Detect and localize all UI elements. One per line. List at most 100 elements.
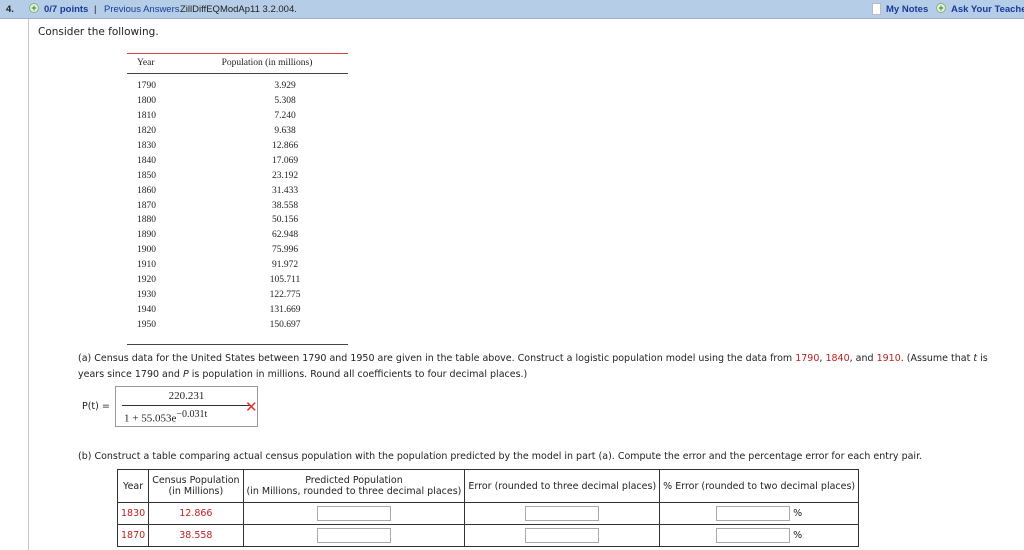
percent-sign: % (793, 530, 803, 541)
header-error: Error (rounded to three decimal places) (464, 469, 661, 503)
year-cell: 1860 (137, 185, 156, 196)
population-cell: 131.669 (269, 305, 301, 316)
text: years since 1790 and (78, 369, 183, 380)
year-cell: 1930 (137, 290, 156, 301)
table-row: 1840 17.069 (127, 156, 348, 171)
header-predicted: Predicted Population (in Millions, rounde… (242, 469, 466, 503)
predicted-input[interactable] (316, 506, 391, 521)
fraction-bar (122, 405, 250, 406)
population-cell: 23.192 (271, 170, 299, 181)
table-row: 1850 23.192 (127, 171, 348, 186)
census-cell: 38.558 (148, 524, 244, 547)
table-row: 1870 38.558 % (116, 524, 860, 547)
year-highlight: 1910 (876, 353, 901, 364)
population-cell: 150.697 (269, 320, 301, 330)
table-row: 1870 38.558 (127, 201, 348, 216)
table-row: 1800 5.308 (127, 96, 348, 111)
year-cell: 1850 (137, 170, 156, 181)
table-row: 1820 9.638 (127, 126, 348, 141)
error-input[interactable] (525, 528, 600, 543)
error-cell (464, 524, 661, 547)
expand-icon[interactable]: + (29, 3, 39, 13)
pct-error-input[interactable] (716, 506, 791, 521)
problem-id: ZillDiffEQModAp11 3.2.004. (180, 4, 297, 15)
pct-error-cell: % (659, 524, 860, 547)
question-number: 4. (6, 4, 14, 15)
year-cell: 1830 (116, 502, 150, 525)
population-cell: 3.929 (274, 81, 296, 91)
table-row: 1830 12.866 (127, 141, 348, 156)
comparison-table: Year Census Population (in Millions) Pred… (116, 469, 860, 547)
year-cell: 1950 (137, 320, 156, 330)
population-cell: 62.948 (271, 230, 299, 241)
table-row: 1830 12.866 % (116, 502, 860, 525)
year-cell: 1800 (137, 95, 156, 106)
table-row: 1860 31.433 (127, 186, 348, 201)
population-cell: 17.069 (271, 155, 299, 166)
table-header: Year Population (in millions) (127, 53, 348, 74)
population-cell: 12.866 (271, 140, 299, 151)
population-table: Year Population (in millions) 1790 3.929 1… (127, 53, 348, 345)
denominator: 1 + 55.053e (124, 412, 177, 425)
year-cell: 1870 (137, 200, 156, 211)
p-label: P(t) = (82, 401, 110, 412)
header-pct-error: % Error (rounded to two decimal places) (659, 469, 860, 503)
year-cell: 1840 (137, 155, 156, 166)
numerator: 220.231 (168, 390, 205, 402)
pct-error-input[interactable] (716, 528, 791, 543)
notes-icon[interactable] (872, 3, 881, 15)
previous-answers-link[interactable]: Previous Answers (104, 4, 180, 15)
table-row: 1880 50.156 (127, 215, 348, 230)
table-row: 1910 91.972 (127, 260, 348, 275)
text: is (977, 353, 988, 364)
population-cell: 5.308 (274, 95, 296, 106)
year-cell: 1790 (137, 81, 156, 91)
table-row: 1940 131.669 (127, 305, 348, 320)
predicted-input[interactable] (316, 528, 391, 543)
table-row: 1900 75.996 (127, 245, 348, 260)
year-cell: 1940 (137, 305, 156, 316)
answer-box[interactable]: 220.231 1 + 55.053e−0.031t (115, 386, 258, 427)
predicted-cell (242, 524, 466, 547)
year-cell: 1820 (137, 125, 156, 136)
population-cell: 31.433 (271, 185, 299, 196)
year-highlight: 1790 (795, 353, 820, 364)
part-a-text: (a) Census data for the United States be… (78, 351, 1023, 383)
divider (28, 19, 29, 550)
table-row: 1920 105.711 (127, 275, 348, 290)
ask-teacher-button[interactable]: Ask Your Teacher (951, 4, 1024, 15)
year-cell: 1900 (137, 245, 156, 256)
header-year: Year (116, 469, 150, 503)
text: . (Assume that (900, 353, 974, 364)
census-cell: 12.866 (148, 502, 244, 525)
table-row: 1950 150.697 (127, 320, 348, 335)
text: (a) Census data for the United States be… (78, 353, 796, 364)
points[interactable]: 0/7 points (44, 4, 88, 15)
text: is population in millions. Round all coe… (188, 369, 528, 380)
population-cell: 75.996 (271, 245, 299, 256)
header-population: Population (in millions) (221, 58, 313, 68)
pct-error-cell: % (659, 502, 860, 525)
my-notes-button[interactable]: My Notes (886, 4, 928, 15)
incorrect-x-icon: ✕ (245, 398, 258, 416)
error-input[interactable] (525, 506, 600, 521)
percent-sign: % (793, 508, 803, 519)
population-cell: 9.638 (274, 125, 296, 136)
plus-icon: + (936, 3, 946, 13)
population-cell: 91.972 (271, 260, 299, 271)
year-cell: 1880 (137, 215, 156, 226)
year-highlight: 1840 (825, 353, 850, 364)
table-row: 1890 62.948 (127, 230, 348, 245)
separator: | (94, 4, 97, 15)
year-cell: 1870 (116, 524, 150, 547)
population-cell: 7.240 (274, 110, 296, 121)
population-cell: 122.775 (269, 290, 301, 301)
question-header: 4. + 0/7 points | Previous Answers ZillD… (0, 0, 1024, 19)
year-cell: 1810 (137, 110, 156, 121)
intro-text: Consider the following. (38, 26, 159, 38)
exponent: −0.031t (176, 409, 208, 420)
population-cell: 38.558 (271, 200, 299, 211)
header-census: Census Population (in Millions) (148, 469, 244, 503)
year-cell: 1830 (137, 140, 156, 151)
population-cell: 105.711 (269, 275, 301, 286)
